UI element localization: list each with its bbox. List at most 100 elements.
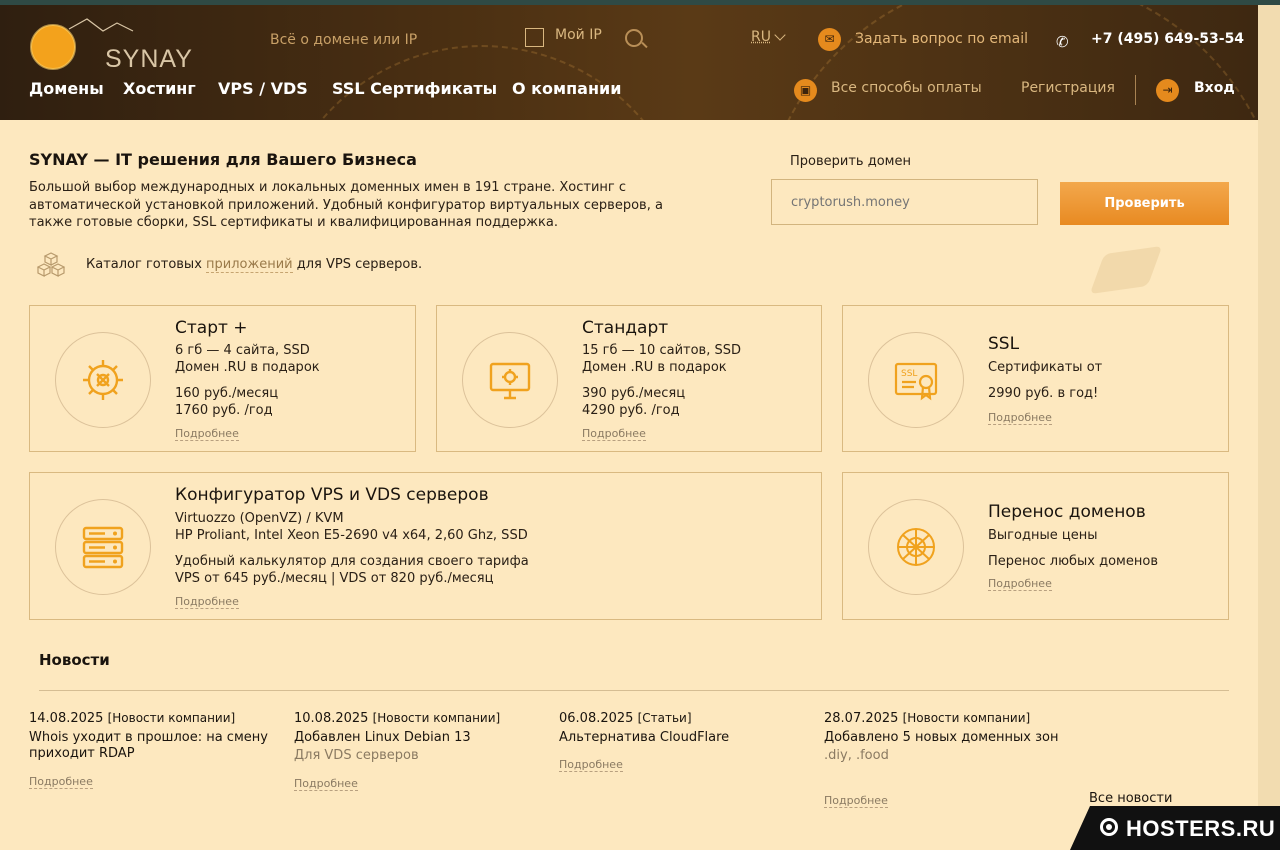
card-start-plus[interactable]: Старт + 6 гб — 4 сайта, SSD Домен .RU в …: [29, 305, 416, 452]
page-title: SYNAY — IT решения для Вашего Бизнеса: [29, 150, 417, 169]
logo[interactable]: SYNAY: [29, 17, 192, 73]
payment-methods-link[interactable]: Все способы оплаты: [831, 80, 982, 96]
news-category[interactable]: [Новости компании]: [903, 711, 1031, 725]
news-date: 06.08.2025: [559, 711, 634, 726]
card-vps-configurator[interactable]: Конфигуратор VPS и VDS серверов Virtuozz…: [29, 472, 822, 620]
card-title: SSL: [988, 334, 1020, 354]
card-line: Домен .RU в подарок: [175, 360, 320, 375]
login-icon: ⇥: [1156, 79, 1179, 102]
news-more-link[interactable]: Подробнее: [294, 777, 358, 791]
news-item: 28.07.2025 [Новости компании] Добавлено …: [824, 711, 1064, 763]
news-divider: [39, 690, 1229, 691]
news-title[interactable]: Добавлен Linux Debian 13: [294, 730, 539, 746]
card-domain-transfer[interactable]: Перенос доменов Выгодные цены Перенос лю…: [842, 472, 1229, 620]
card-line: Удобный калькулятор для создания своего …: [175, 554, 529, 569]
card-price: VPS от 645 руб./месяц | VDS от 820 руб./…: [175, 571, 494, 586]
news-item: 14.08.2025 [Новости компании] Whois уход…: [29, 711, 274, 762]
card-icon-circle: [55, 332, 151, 428]
more-link[interactable]: Подробнее: [175, 595, 239, 609]
decorative-chip: [1089, 245, 1163, 295]
page-scrollbar[interactable]: [1258, 5, 1280, 850]
card-title: Стандарт: [582, 318, 669, 338]
news-date: 14.08.2025: [29, 711, 104, 726]
nav-hosting[interactable]: Хостинг: [123, 79, 196, 98]
news-more-link[interactable]: Подробнее: [559, 758, 623, 772]
card-title: Перенос доменов: [988, 502, 1146, 522]
nav-vps-vds[interactable]: VPS / VDS: [218, 79, 308, 98]
news-date: 28.07.2025: [824, 711, 899, 726]
news-category[interactable]: [Новости компании]: [373, 711, 501, 725]
apps-catalog-link[interactable]: приложений: [206, 257, 293, 273]
catalog-text: Каталог готовых приложений для VPS серве…: [86, 257, 423, 273]
monitor-icon: [489, 362, 531, 400]
intro-text: Большой выбор международных и локальных …: [29, 180, 663, 230]
news-item: 10.08.2025 [Новости компании] Добавлен L…: [294, 711, 539, 763]
hosters-watermark-text: HOSTERS.RU: [1126, 816, 1276, 841]
email-icon: ✉: [818, 28, 841, 51]
card-price: 2990 руб. в год!: [988, 386, 1099, 401]
search-icon[interactable]: [625, 29, 643, 47]
all-news-link[interactable]: Все новости: [1089, 791, 1172, 806]
register-link[interactable]: Регистрация: [1021, 80, 1115, 96]
card-icon-circle: [462, 332, 558, 428]
card-price-year: 1760 руб. /год: [175, 403, 273, 418]
nav-domains[interactable]: Домены: [29, 79, 104, 98]
hosters-watermark: HOSTERS.RU: [1070, 806, 1280, 850]
news-more-link[interactable]: Подробнее: [824, 794, 888, 808]
card-line: Virtuozzo (OpenVZ) / KVM: [175, 511, 344, 526]
card-line: HP Proliant, Intel Xeon E5-2690 v4 x64, …: [175, 528, 528, 543]
chevron-down-icon: [774, 29, 786, 41]
more-link[interactable]: Подробнее: [988, 577, 1052, 591]
nav-about[interactable]: О компании: [512, 79, 621, 98]
catalog-text-before: Каталог готовых: [86, 257, 207, 272]
news-subtitle: .diy, .food: [824, 748, 889, 763]
nav-ssl[interactable]: SSL Сертификаты: [332, 79, 497, 98]
card-icon-circle: [868, 499, 964, 595]
domain-check-input[interactable]: [771, 179, 1038, 225]
my-ip-label[interactable]: Мой IP: [555, 27, 602, 43]
header-decoration: [760, 5, 1258, 120]
card-line: Выгодные цены: [988, 528, 1098, 543]
news-title[interactable]: Whois уходит в прошлое: на смену приходи…: [29, 730, 274, 762]
wallet-icon: ▣: [794, 79, 817, 102]
card-price-month: 160 руб./месяц: [175, 386, 279, 401]
phone-icon: ✆: [1056, 33, 1069, 51]
news-title[interactable]: Добавлено 5 новых доменных зон: [824, 730, 1064, 746]
card-ssl[interactable]: SSL SSL Сертификаты от 2990 руб. в год! …: [842, 305, 1229, 452]
logo-text: SYNAY: [105, 45, 193, 73]
catalog-text-after: для VPS серверов.: [292, 257, 423, 272]
more-link[interactable]: Подробнее: [988, 411, 1052, 425]
server-icon: [82, 526, 124, 569]
gear-wrench-icon: [83, 360, 123, 400]
hosters-logo-icon: [1100, 818, 1118, 836]
card-line: 6 гб — 4 сайта, SSD: [175, 343, 310, 358]
card-line: 15 гб — 10 сайтов, SSD: [582, 343, 741, 358]
news-category[interactable]: [Новости компании]: [108, 711, 236, 725]
news-date: 10.08.2025: [294, 711, 369, 726]
globe-network-icon: [897, 528, 935, 566]
ssl-certificate-icon: SSL: [894, 362, 938, 401]
card-line: Перенос любых доменов: [988, 554, 1158, 569]
divider: [1135, 75, 1136, 105]
card-price-month: 390 руб./месяц: [582, 386, 686, 401]
more-link[interactable]: Подробнее: [175, 427, 239, 441]
card-standard[interactable]: Стандарт 15 гб — 10 сайтов, SSD Домен .R…: [436, 305, 822, 452]
card-price-year: 4290 руб. /год: [582, 403, 680, 418]
email-question-link[interactable]: Задать вопрос по email: [855, 31, 1028, 47]
phone-number[interactable]: +7 (495) 649-53-54: [1091, 31, 1244, 47]
check-domain-button[interactable]: Проверить: [1060, 182, 1229, 225]
domain-ip-search-input[interactable]: Всё о домене или IP: [270, 32, 417, 48]
news-title[interactable]: Альтернатива CloudFlare: [559, 730, 804, 746]
login-link[interactable]: Вход: [1194, 80, 1235, 96]
card-title: Конфигуратор VPS и VDS серверов: [175, 485, 489, 505]
news-more-link[interactable]: Подробнее: [29, 775, 93, 789]
news-category[interactable]: [Статьи]: [638, 711, 692, 725]
domain-check-label: Проверить домен: [790, 154, 911, 169]
more-link[interactable]: Подробнее: [582, 427, 646, 441]
my-ip-checkbox[interactable]: [525, 28, 544, 47]
card-icon-circle: SSL: [868, 332, 964, 428]
card-icon-circle: [55, 499, 151, 595]
card-title: Старт +: [175, 318, 248, 338]
language-selector[interactable]: RU: [751, 29, 771, 45]
news-subtitle: Для VDS серверов: [294, 748, 419, 763]
